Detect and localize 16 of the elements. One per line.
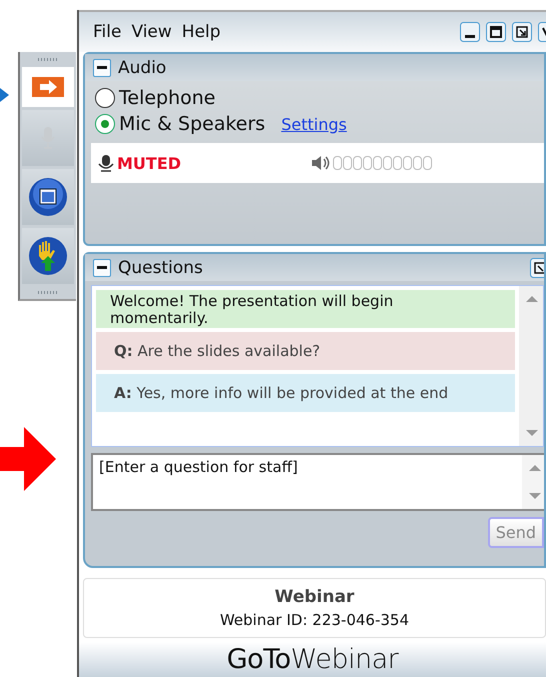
menu-item[interactable]: Help	[182, 22, 227, 42]
menu-item[interactable]: View	[131, 22, 178, 42]
settings-link[interactable]: Settings	[281, 114, 347, 134]
message: A: Yes, more info will be provided at the end	[96, 374, 515, 412]
webinar-title: Webinar	[274, 587, 354, 607]
mute-status: MUTED	[117, 154, 182, 172]
menu-item[interactable]: File	[93, 22, 128, 42]
panel-title: Audio	[118, 58, 166, 78]
message: Q: Are the slides available?	[96, 332, 515, 370]
message: Welcome! The presentation will begin momentarily.	[96, 290, 515, 328]
question-input[interactable]: [Enter a question for staff]	[91, 453, 544, 511]
option-label: Mic & Speakers	[119, 113, 266, 135]
webinar-id: Webinar ID: 223-046-354	[220, 611, 410, 629]
logo: GoToWebinar	[226, 644, 398, 675]
option-label: Telephone	[119, 87, 216, 109]
panel-title: Questions	[118, 258, 203, 278]
